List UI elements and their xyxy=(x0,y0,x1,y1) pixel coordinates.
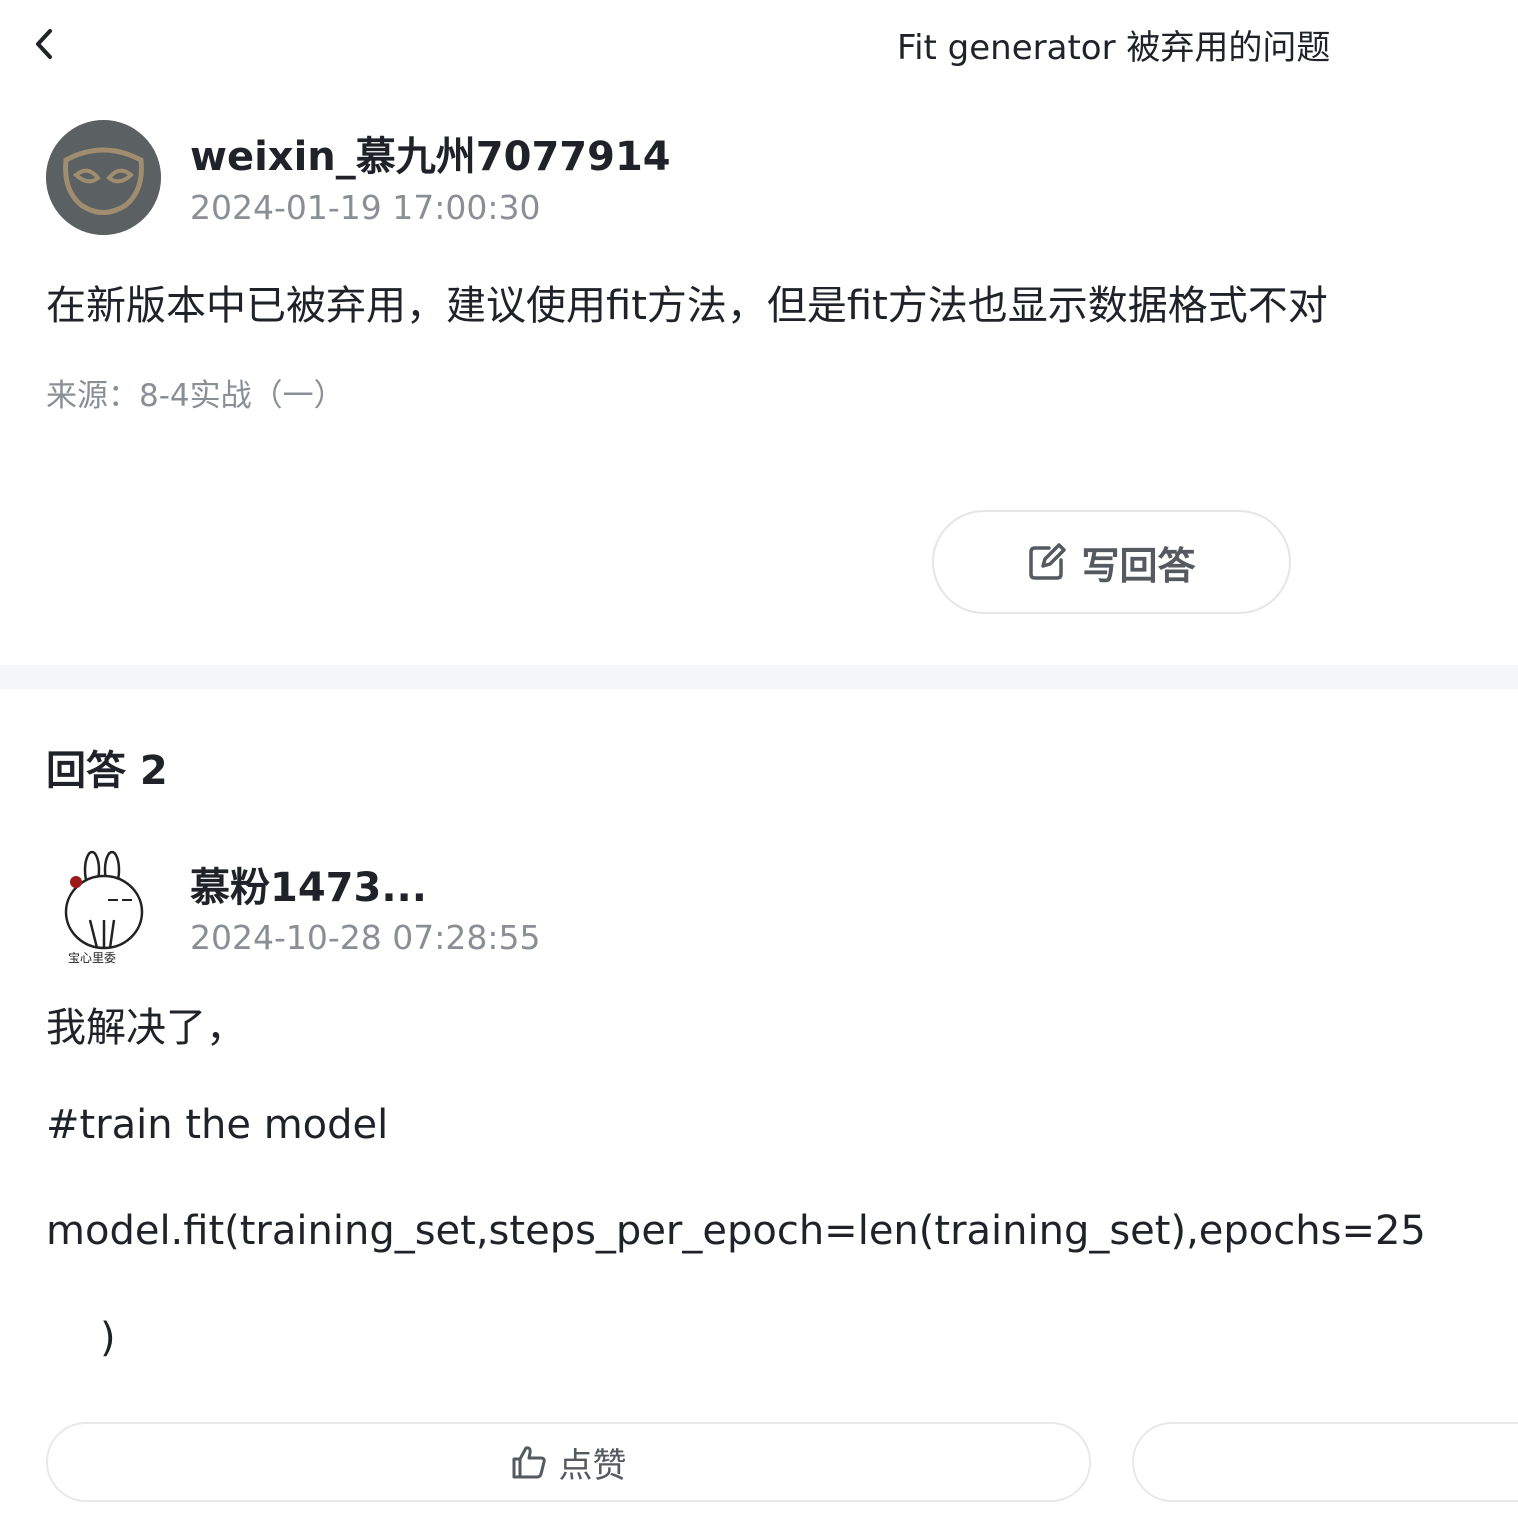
answer-timestamp: 2024-10-28 07:28:55 xyxy=(190,918,541,957)
like-button[interactable]: 点赞 xyxy=(46,1422,1091,1502)
avatar[interactable] xyxy=(46,120,161,235)
question-body: 在新版本中已被弃用，建议使用fit方法，但是fit方法也显示数据格式不对 xyxy=(46,283,1328,329)
chevron-left-icon xyxy=(36,29,52,59)
answer-text-line: 我解决了， xyxy=(46,1005,246,1051)
question-source[interactable]: 来源：8-4实战（一） xyxy=(46,370,345,415)
question-detail-page: Fit generator 被弃用的问题 weixin_慕九州7077914 2… xyxy=(0,0,1518,1528)
answer-text-line: #train the model xyxy=(46,1102,389,1148)
like-label: 点赞 xyxy=(558,1445,627,1486)
back-button[interactable] xyxy=(24,22,64,66)
edit-icon xyxy=(1029,543,1067,580)
answer-code-line: ) xyxy=(100,1315,116,1361)
write-answer-label: 写回答 xyxy=(1081,543,1196,588)
secondary-action-button[interactable] xyxy=(1132,1422,1518,1502)
mask-avatar-icon xyxy=(46,120,161,235)
write-answer-button[interactable]: 写回答 xyxy=(932,510,1291,614)
bunny-avatar-icon: 宝心里委 xyxy=(64,850,144,965)
answers-heading: 回答 2 xyxy=(46,748,168,794)
answer-code-line: model.fit(training_set,steps_per_epoch=l… xyxy=(46,1208,1426,1254)
question-author-name[interactable]: weixin_慕九州7077914 xyxy=(190,124,671,182)
svg-text:宝心里委: 宝心里委 xyxy=(68,951,116,965)
page-title: Fit generator 被弃用的问题 xyxy=(897,28,1331,68)
answer-author-name[interactable]: 慕粉1473... xyxy=(190,855,427,913)
section-divider xyxy=(0,665,1518,689)
question-timestamp: 2024-01-19 17:00:30 xyxy=(190,188,541,227)
avatar[interactable]: 宝心里委 xyxy=(52,848,156,966)
thumbs-up-icon xyxy=(512,1446,546,1479)
